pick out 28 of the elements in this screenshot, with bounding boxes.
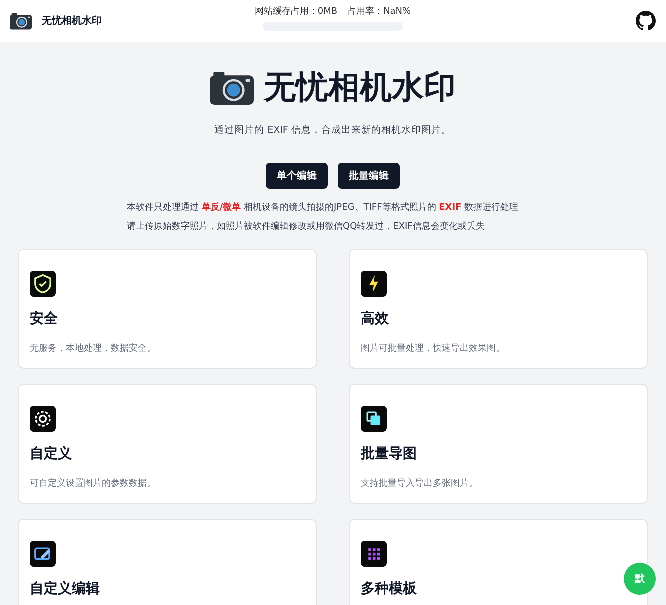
edit-mode-button[interactable]: 批量编辑 [338,163,400,189]
feature-description: 图片可批量处理，快速导出效果图。 [361,342,506,355]
edit-mode-button[interactable]: 单个编辑 [266,163,328,189]
shield-icon [30,271,56,297]
feature-description: 无服务，本地处理，数据安全。 [30,342,157,355]
github-icon[interactable] [636,11,656,31]
edit-icon [30,541,56,567]
usage-label: 占用率：NaN% [348,6,412,18]
feature-title: 批量导图 [361,445,418,463]
feature-title: 多种模板 [361,580,418,598]
cache-label: 网站缓存占用：0MB [254,6,338,18]
feature-description: 可自定义设置图片的参数数据。 [30,478,157,490]
feature-description: 支持批量导入导出多张图片。 [361,478,479,490]
layers-icon [361,406,387,432]
camera-icon [210,72,254,104]
settings-icon [30,406,56,432]
grid-icon [361,541,387,567]
feature-title: 安全 [30,310,59,328]
camera-icon [10,12,32,30]
notice-text: 本软件只处理通过 单反/微单 相机设备的镜头拍摄的JPEG、TIFF等格式照片的 EXIF 数据进行处理 [127,201,519,215]
notice-text: 请上传原始数字照片，如照片被软件编辑修改或用微信QQ转发过，EXIF信息会变化或丢失 [127,220,486,234]
app-name: 无忧相机水印 [42,14,102,28]
feature-title: 自定义 [30,445,73,463]
page-title: 无忧相机水印 [264,67,456,108]
feature-title: 自定义编辑 [30,580,101,598]
subtitle: 通过图片的 EXIF 信息，合成出来新的相机水印图片。 [214,124,452,137]
lightning-icon [361,271,387,297]
feature-title: 高效 [361,310,390,328]
